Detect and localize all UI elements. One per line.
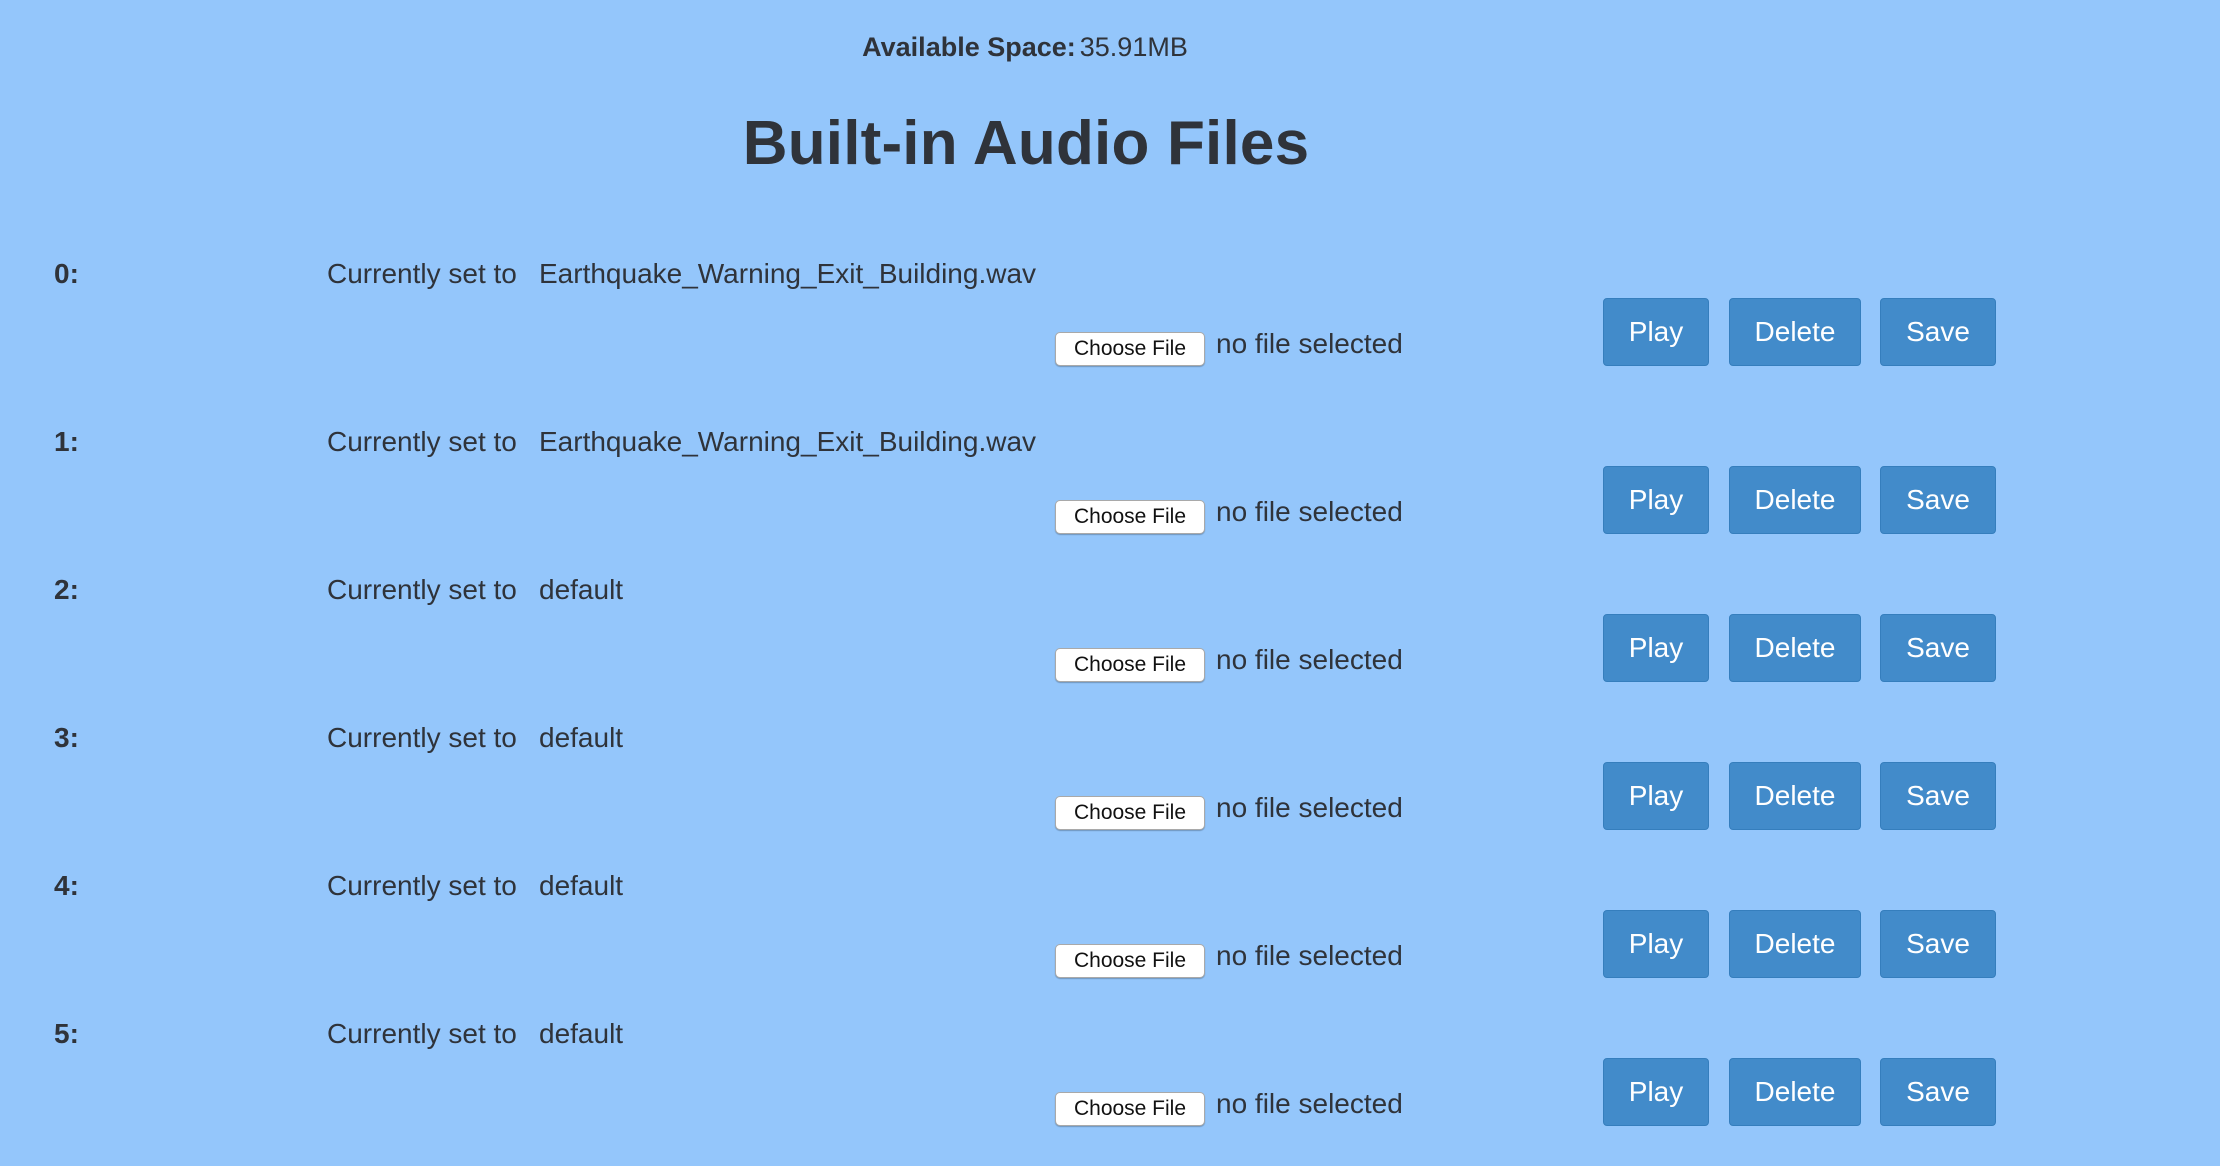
- currently-set-label: Currently set to: [327, 574, 517, 605]
- slot-index: 2:: [54, 574, 79, 605]
- audio-slot-1: 1: Currently set to Earthquake_Warning_Exi…: [0, 426, 2220, 576]
- currently-set-label: Currently set to: [327, 870, 517, 901]
- available-space-label: Available Space:: [862, 32, 1076, 62]
- delete-button[interactable]: Delete: [1729, 910, 1861, 978]
- audio-slot-3: 3: Currently set to default Choose File no f…: [0, 722, 2220, 872]
- play-button[interactable]: Play: [1603, 614, 1709, 682]
- currently-set-label: Currently set to: [327, 426, 517, 457]
- currently-set-label: Currently set to: [327, 1018, 517, 1049]
- choose-file-button[interactable]: Choose File: [1055, 648, 1205, 682]
- delete-button[interactable]: Delete: [1729, 1058, 1861, 1126]
- file-status-text: no file selected: [1216, 792, 1403, 823]
- save-button[interactable]: Save: [1880, 762, 1996, 830]
- current-file-name: Earthquake_Warning_Exit_Building.wav: [539, 426, 1037, 457]
- current-file-name: Earthquake_Warning_Exit_Building.wav: [539, 258, 1037, 289]
- save-button[interactable]: Save: [1880, 910, 1996, 978]
- file-status-text: no file selected: [1216, 1088, 1403, 1119]
- play-button[interactable]: Play: [1603, 1058, 1709, 1126]
- audio-files-page: Available Space: 35.91MB Built-in Audio F…: [0, 0, 2220, 1166]
- delete-button[interactable]: Delete: [1729, 762, 1861, 830]
- play-button[interactable]: Play: [1603, 910, 1709, 978]
- current-file-name: default: [539, 1018, 624, 1049]
- file-status-text: no file selected: [1216, 496, 1403, 527]
- choose-file-button[interactable]: Choose File: [1055, 332, 1205, 366]
- slot-index: 4:: [54, 870, 79, 901]
- play-button[interactable]: Play: [1603, 298, 1709, 366]
- available-space: Available Space: 35.91MB: [0, 32, 2050, 63]
- audio-slot-0: 0: Currently set to Earthquake_Warning_Exi…: [0, 258, 2220, 408]
- current-file-name: default: [539, 870, 624, 901]
- delete-button[interactable]: Delete: [1729, 298, 1861, 366]
- choose-file-button[interactable]: Choose File: [1055, 944, 1205, 978]
- slot-index: 0:: [54, 258, 79, 289]
- slot-index: 1:: [54, 426, 79, 457]
- choose-file-button[interactable]: Choose File: [1055, 796, 1205, 830]
- slot-index: 3:: [54, 722, 79, 753]
- delete-button[interactable]: Delete: [1729, 466, 1861, 534]
- audio-slot-5: 5: Currently set to default Choose File no f…: [0, 1018, 2220, 1166]
- save-button[interactable]: Save: [1880, 298, 1996, 366]
- slot-index: 5:: [54, 1018, 79, 1049]
- choose-file-button[interactable]: Choose File: [1055, 500, 1205, 534]
- currently-set-label: Currently set to: [327, 258, 517, 289]
- play-button[interactable]: Play: [1603, 466, 1709, 534]
- choose-file-button[interactable]: Choose File: [1055, 1092, 1205, 1126]
- current-file-name: default: [539, 574, 624, 605]
- file-status-text: no file selected: [1216, 328, 1403, 359]
- play-button[interactable]: Play: [1603, 762, 1709, 830]
- save-button[interactable]: Save: [1880, 614, 1996, 682]
- delete-button[interactable]: Delete: [1729, 614, 1861, 682]
- save-button[interactable]: Save: [1880, 466, 1996, 534]
- file-status-text: no file selected: [1216, 940, 1403, 971]
- current-file-name: default: [539, 722, 624, 753]
- audio-slot-4: 4: Currently set to default Choose File no f…: [0, 870, 2220, 1020]
- audio-slot-2: 2: Currently set to default Choose File no f…: [0, 574, 2220, 724]
- file-status-text: no file selected: [1216, 644, 1403, 675]
- currently-set-label: Currently set to: [327, 722, 517, 753]
- page-title: Built-in Audio Files: [742, 109, 1310, 178]
- available-space-value: 35.91MB: [1079, 32, 1188, 62]
- save-button[interactable]: Save: [1880, 1058, 1996, 1126]
